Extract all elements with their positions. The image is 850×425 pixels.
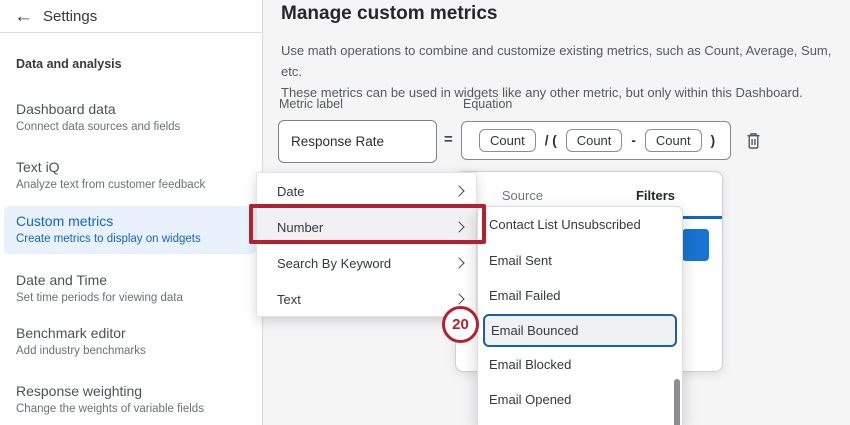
metric-label-value: Response Rate <box>291 134 384 149</box>
menu-item-number[interactable]: Number <box>257 209 476 245</box>
trash-icon <box>745 132 762 150</box>
menu-item-label: Number <box>277 220 323 235</box>
chevron-right-icon <box>453 257 464 268</box>
submenu-item-label: Email Bounced <box>491 323 578 338</box>
page-description: Use math operations to combine and custo… <box>281 40 850 103</box>
menu-item-search-by-keyword[interactable]: Search By Keyword <box>257 245 476 281</box>
equation-operand-chip[interactable]: Count <box>645 129 702 152</box>
sidebar-item-dashboard-data[interactable]: Dashboard data Connect data sources and … <box>16 100 180 135</box>
menu-item-date[interactable]: Date <box>257 173 476 209</box>
equals-sign: = <box>444 131 453 148</box>
chevron-right-icon <box>453 221 464 232</box>
submenu-item-email-failed[interactable]: Email Failed <box>478 278 682 314</box>
number-field-submenu: Contact List Unsubscribed Email Sent Ema… <box>477 206 683 425</box>
sidebar-item-subtitle: Create metrics to display on widgets <box>16 231 256 247</box>
sidebar-item-subtitle: Set time periods for viewing data <box>16 290 183 306</box>
sidebar-item-date-and-time[interactable]: Date and Time Set time periods for viewi… <box>16 271 183 306</box>
submenu-item-email-sent[interactable]: Email Sent <box>478 243 682 279</box>
settings-sidebar: ← Settings Data and analysis Dashboard d… <box>0 0 263 425</box>
sidebar-item-custom-metrics[interactable]: Custom metrics Create metrics to display… <box>4 206 256 254</box>
description-line-2: These metrics can be used in widgets lik… <box>281 82 850 103</box>
back-arrow-icon[interactable]: ← <box>14 7 33 26</box>
sidebar-item-title: Date and Time <box>16 271 183 289</box>
sidebar-item-subtitle: Analyze text from customer feedback <box>16 177 205 193</box>
equation-operator: / ( <box>545 133 557 148</box>
sidebar-item-title: Dashboard data <box>16 100 180 118</box>
submenu-item-label: Email Failed <box>489 288 561 303</box>
sidebar-title: Settings <box>43 8 97 25</box>
settings-window: ← Settings Data and analysis Dashboard d… <box>0 0 850 425</box>
panel-action-button[interactable] <box>682 229 709 261</box>
submenu-item-email-opened[interactable]: Email Opened <box>478 382 682 418</box>
submenu-item-email-bounced[interactable]: Email Bounced <box>483 314 677 347</box>
submenu-item-label: Contact List Unsubscribed <box>489 217 641 232</box>
sidebar-header: ← Settings <box>0 0 262 33</box>
description-line-1: Use math operations to combine and custo… <box>281 40 850 82</box>
chevron-right-icon <box>453 185 464 196</box>
metric-label-caption: Metric label <box>279 97 343 111</box>
sidebar-item-response-weighting[interactable]: Response weighting Change the weights of… <box>16 382 204 417</box>
sidebar-item-subtitle: Add industry benchmarks <box>16 343 146 359</box>
sidebar-item-text-iq[interactable]: Text iQ Analyze text from customer feedb… <box>16 158 205 193</box>
menu-item-text[interactable]: Text <box>257 281 476 317</box>
sidebar-item-subtitle: Change the weights of variable fields <box>16 401 204 417</box>
equation-operand-chip[interactable]: Count <box>566 129 623 152</box>
sidebar-item-title: Text iQ <box>16 158 205 176</box>
submenu-scrollbar-thumb[interactable] <box>674 379 680 425</box>
equation-operator: - <box>631 133 636 148</box>
menu-item-label: Search By Keyword <box>277 256 391 271</box>
sidebar-item-title: Benchmark editor <box>16 324 146 342</box>
submenu-item-label: Email Blocked <box>489 357 571 372</box>
equation-operator: ) <box>711 133 716 148</box>
annotation-step-badge: 20 <box>442 306 479 343</box>
field-type-menu: Date Number Search By Keyword Text <box>256 172 477 317</box>
menu-item-label: Date <box>277 184 304 199</box>
equation-operand-chip[interactable]: Count <box>479 129 536 152</box>
sidebar-item-title: Custom metrics <box>16 212 256 230</box>
sidebar-item-title: Response weighting <box>16 382 204 400</box>
delete-metric-button[interactable] <box>741 129 765 153</box>
menu-item-label: Text <box>277 292 301 307</box>
submenu-item-label: Email Opened <box>489 392 571 407</box>
equation-caption: Equation <box>463 97 512 111</box>
annotation-step-number: 20 <box>452 316 469 333</box>
metric-label-input[interactable]: Response Rate <box>278 120 437 163</box>
sidebar-item-subtitle: Connect data sources and fields <box>16 119 180 135</box>
equation-builder: Count / ( Count - Count ) <box>461 121 731 160</box>
submenu-item-label: Email Sent <box>489 253 552 268</box>
submenu-item-email-blocked[interactable]: Email Blocked <box>478 347 682 383</box>
submenu-item-contact-list-unsubscribed[interactable]: Contact List Unsubscribed <box>478 207 682 243</box>
chevron-right-icon <box>453 293 464 304</box>
sidebar-item-benchmark-editor[interactable]: Benchmark editor Add industry benchmarks <box>16 324 146 359</box>
sidebar-section-label: Data and analysis <box>16 57 122 71</box>
page-title: Manage custom metrics <box>281 3 497 25</box>
